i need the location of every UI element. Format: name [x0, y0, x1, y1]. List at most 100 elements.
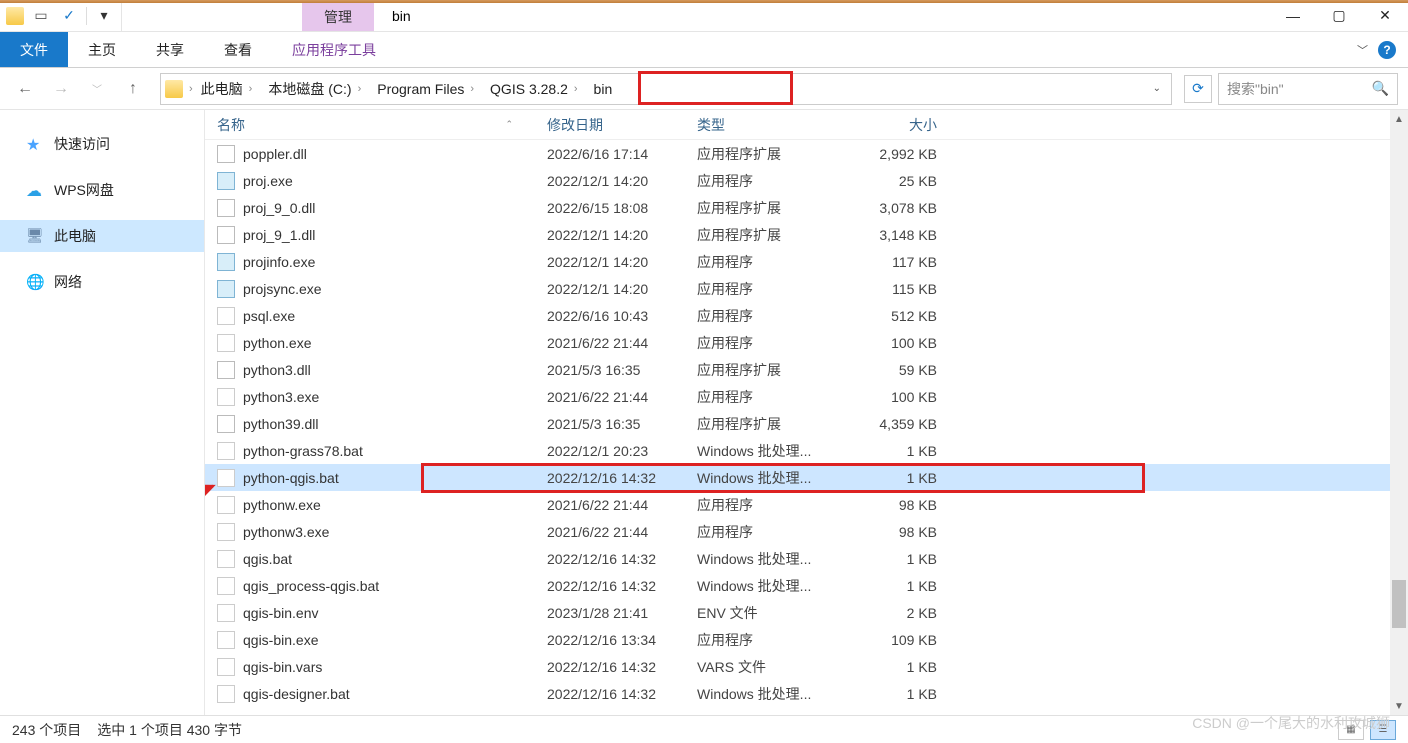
file-name: qgis-designer.bat	[243, 686, 350, 702]
view-details-button[interactable]: ☰	[1370, 720, 1396, 740]
file-row[interactable]: qgis-bin.env2023/1/28 21:41ENV 文件2 KB	[205, 599, 1408, 626]
file-row[interactable]: projsync.exe2022/12/1 14:20应用程序115 KB	[205, 275, 1408, 302]
file-icon	[217, 415, 235, 433]
window-top-accent	[0, 0, 1408, 3]
file-type: 应用程序扩展	[697, 360, 847, 380]
file-row[interactable]: python-grass78.bat2022/12/1 20:23Windows…	[205, 437, 1408, 464]
file-name: projsync.exe	[243, 281, 322, 297]
file-name: python.exe	[243, 335, 312, 351]
file-icon	[217, 361, 235, 379]
file-row[interactable]: pythonw.exe2021/6/22 21:44应用程序98 KB	[205, 491, 1408, 518]
vertical-scrollbar[interactable]: ▲ ▼	[1390, 110, 1408, 715]
file-row[interactable]: python3.dll2021/5/3 16:35应用程序扩展59 KB	[205, 356, 1408, 383]
file-row[interactable]: proj.exe2022/12/1 14:20应用程序25 KB	[205, 167, 1408, 194]
file-row[interactable]: python-qgis.bat2022/12/16 14:32Windows 批…	[205, 464, 1408, 491]
file-size: 98 KB	[847, 497, 937, 513]
file-date: 2022/12/16 14:32	[547, 551, 697, 567]
file-type: Windows 批处理...	[697, 576, 847, 596]
context-tab-manage[interactable]: 管理	[302, 3, 374, 31]
breadcrumb-bin[interactable]: bin	[586, 79, 621, 99]
scrollbar-thumb[interactable]	[1392, 580, 1406, 628]
file-date: 2022/12/16 13:34	[547, 632, 697, 648]
up-button[interactable]: ↑	[118, 74, 148, 104]
file-name: python-qgis.bat	[243, 470, 339, 486]
file-date: 2023/1/28 21:41	[547, 605, 697, 621]
address-dropdown-icon[interactable]: ⌄	[1153, 83, 1161, 94]
nav-this-pc[interactable]: 🖥此电脑	[0, 220, 204, 252]
forward-button[interactable]: →	[46, 74, 76, 104]
qat-props-icon[interactable]: ▭	[30, 5, 52, 27]
help-icon[interactable]: ?	[1378, 41, 1396, 59]
file-row[interactable]: psql.exe2022/6/16 10:43应用程序512 KB	[205, 302, 1408, 329]
nav-wps-cloud[interactable]: ☁WPS网盘	[0, 174, 204, 206]
file-name: qgis_process-qgis.bat	[243, 578, 379, 594]
nav-quick-access[interactable]: ★快速访问	[0, 128, 204, 160]
column-name[interactable]: 名称⌃	[217, 115, 547, 135]
breadcrumb-program-files[interactable]: Program Files›	[369, 79, 482, 99]
refresh-button[interactable]: ⟳	[1184, 75, 1212, 103]
file-date: 2022/12/1 14:20	[547, 254, 697, 270]
file-name: poppler.dll	[243, 146, 307, 162]
scroll-down-icon[interactable]: ▼	[1390, 697, 1408, 715]
file-size: 4,359 KB	[847, 416, 937, 432]
qat-checked-icon[interactable]: ✓	[58, 5, 80, 27]
nav-network[interactable]: 🌐网络	[0, 266, 204, 298]
column-date[interactable]: 修改日期	[547, 115, 697, 135]
file-date: 2022/12/1 20:23	[547, 443, 697, 459]
ribbon-tabs: 文件 主页 共享 查看 应用程序工具 ﹀ ?	[0, 32, 1408, 68]
qat-overflow-icon[interactable]: ▾	[93, 5, 115, 27]
file-icon	[217, 226, 235, 244]
file-row[interactable]: qgis-bin.vars2022/12/16 14:32VARS 文件1 KB	[205, 653, 1408, 680]
tab-share[interactable]: 共享	[136, 32, 204, 67]
tab-app-tools[interactable]: 应用程序工具	[272, 32, 396, 67]
search-icon[interactable]: 🔍	[1372, 80, 1389, 97]
ribbon-expand-icon[interactable]: ﹀	[1357, 42, 1368, 58]
file-icon	[217, 334, 235, 352]
navigation-bar: ← → ﹀ ↑ › 此电脑› 本地磁盘 (C:)› Program Files›…	[0, 68, 1408, 110]
column-type[interactable]: 类型	[697, 115, 847, 135]
column-size[interactable]: 大小	[847, 115, 937, 135]
file-type: 应用程序	[697, 495, 847, 515]
recent-dropdown-icon[interactable]: ﹀	[82, 74, 112, 104]
file-row[interactable]: qgis-designer.bat2022/12/16 14:32Windows…	[205, 680, 1408, 707]
file-row[interactable]: python39.dll2021/5/3 16:35应用程序扩展4,359 KB	[205, 410, 1408, 437]
file-type: 应用程序扩展	[697, 414, 847, 434]
file-row[interactable]: poppler.dll2022/6/16 17:14应用程序扩展2,992 KB	[205, 140, 1408, 167]
search-input[interactable]: 搜索"bin" 🔍	[1218, 73, 1398, 105]
address-bar[interactable]: › 此电脑› 本地磁盘 (C:)› Program Files› QGIS 3.…	[160, 73, 1172, 105]
close-button[interactable]: ✕	[1362, 0, 1408, 31]
file-row[interactable]: qgis.bat2022/12/16 14:32Windows 批处理...1 …	[205, 545, 1408, 572]
file-row[interactable]: qgis_process-qgis.bat2022/12/16 14:32Win…	[205, 572, 1408, 599]
breadcrumb-this-pc[interactable]: 此电脑›	[193, 77, 261, 101]
tab-home[interactable]: 主页	[68, 32, 136, 67]
maximize-button[interactable]: ▢	[1316, 0, 1362, 31]
file-date: 2022/6/16 10:43	[547, 308, 697, 324]
file-row[interactable]: python.exe2021/6/22 21:44应用程序100 KB	[205, 329, 1408, 356]
file-row[interactable]: projinfo.exe2022/12/1 14:20应用程序117 KB	[205, 248, 1408, 275]
tab-view[interactable]: 查看	[204, 32, 272, 67]
file-tab[interactable]: 文件	[0, 32, 68, 67]
breadcrumb-qgis[interactable]: QGIS 3.28.2›	[482, 79, 586, 99]
main-area: ★快速访问 ☁WPS网盘 🖥此电脑 🌐网络 名称⌃ 修改日期 类型 大小 pop…	[0, 110, 1408, 715]
back-button[interactable]: ←	[10, 74, 40, 104]
file-row[interactable]: python3.exe2021/6/22 21:44应用程序100 KB	[205, 383, 1408, 410]
file-row[interactable]: proj_9_1.dll2022/12/1 14:20应用程序扩展3,148 K…	[205, 221, 1408, 248]
file-type: 应用程序	[697, 306, 847, 326]
status-item-count: 243 个项目	[12, 720, 81, 740]
file-name: proj.exe	[243, 173, 293, 189]
file-row[interactable]: qgis-bin.exe2022/12/16 13:34应用程序109 KB	[205, 626, 1408, 653]
file-list-area: 名称⌃ 修改日期 类型 大小 poppler.dll2022/6/16 17:1…	[205, 110, 1408, 715]
file-date: 2022/12/1 14:20	[547, 227, 697, 243]
sort-indicator-icon: ⌃	[505, 119, 513, 130]
file-type: 应用程序	[697, 333, 847, 353]
file-name: proj_9_1.dll	[243, 227, 315, 243]
file-type: 应用程序	[697, 522, 847, 542]
minimize-button[interactable]: —	[1270, 0, 1316, 31]
file-row[interactable]: proj_9_0.dll2022/6/15 18:08应用程序扩展3,078 K…	[205, 194, 1408, 221]
view-thumbnails-button[interactable]: ▦	[1338, 720, 1364, 740]
file-icon	[217, 658, 235, 676]
breadcrumb-drive-c[interactable]: 本地磁盘 (C:)›	[260, 77, 369, 101]
scroll-up-icon[interactable]: ▲	[1390, 110, 1408, 128]
file-row[interactable]: pythonw3.exe2021/6/22 21:44应用程序98 KB	[205, 518, 1408, 545]
window-controls: — ▢ ✕	[1270, 0, 1408, 31]
